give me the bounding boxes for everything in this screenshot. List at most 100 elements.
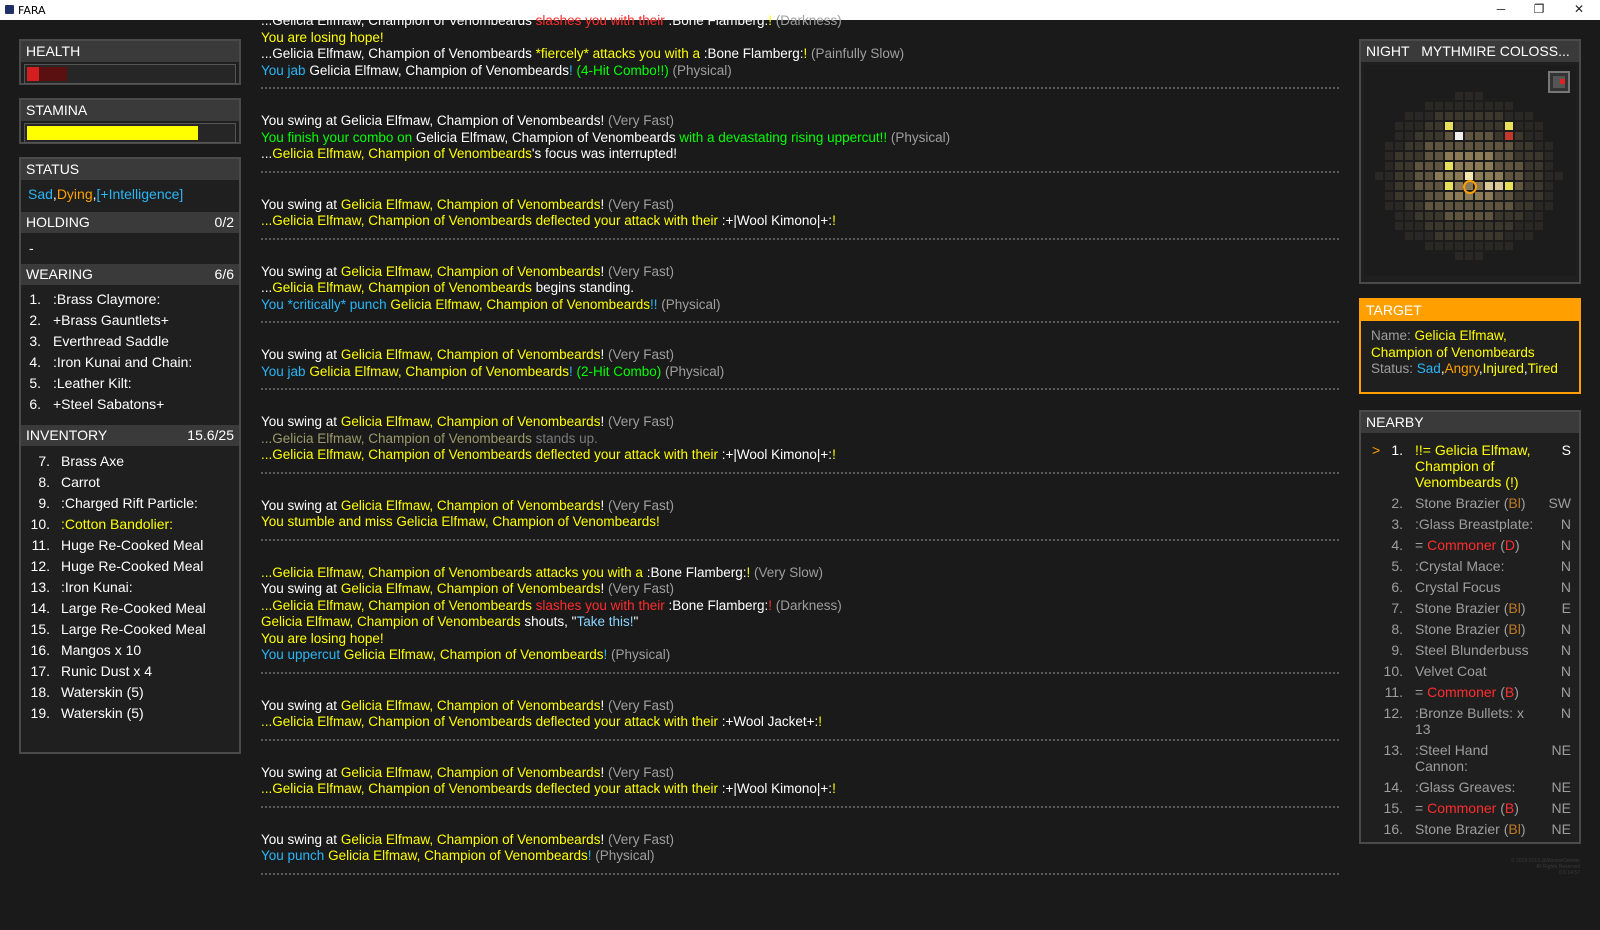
list-item[interactable]: 18. Waterskin (5) xyxy=(21,682,239,703)
name-line: Steel Blunderbuss xyxy=(1415,642,1545,658)
nearby-item[interactable]: 5.:Crystal Mace: N xyxy=(1361,558,1579,579)
map-tile xyxy=(1465,212,1473,220)
log-line: You are losing hope! xyxy=(261,631,1339,648)
log-entry-group: You swing at Gelicia Elfmaw, Champion of… xyxy=(261,263,1339,323)
name-line: Champion of xyxy=(1415,458,1545,474)
nearby-item[interactable]: 14.:Glass Greaves: NE xyxy=(1361,779,1579,800)
map-tile xyxy=(1535,142,1543,150)
log-line: You punch Gelicia Elfmaw, Champion of Ve… xyxy=(261,848,1339,865)
map-tile xyxy=(1525,232,1533,240)
nearby-item[interactable]: 9. Steel Blunderbuss N xyxy=(1361,642,1579,663)
text-run: Stone Brazier xyxy=(1415,495,1504,511)
nearby-item[interactable]: 13.:Steel Hand Cannon: NE xyxy=(1361,742,1579,779)
stamina-panel: STAMINA xyxy=(19,98,241,144)
text-run: ...Gelicia Elfmaw, Champion of Venombear… xyxy=(261,597,536,613)
item-name: Large Re-Cooked Meal xyxy=(61,600,206,616)
list-item[interactable]: 14. Large Re-Cooked Meal xyxy=(21,598,239,619)
list-item[interactable]: 16. Mangos x 10 xyxy=(21,640,239,661)
text-run: Bl xyxy=(1508,621,1521,637)
nearby-item[interactable]: >1. !!= Gelicia Elfmaw, Champion of Venombe… xyxy=(1361,442,1579,495)
text-run: ! xyxy=(600,263,608,279)
holding-value: - xyxy=(29,240,34,256)
list-item[interactable]: 4.:Iron Kunai and Chain: xyxy=(21,352,239,373)
text-run: You stumble and miss Gelicia Elfmaw, Cha… xyxy=(261,514,660,529)
text-run: (Physical) xyxy=(890,129,951,145)
map-tile xyxy=(1525,162,1533,170)
list-item[interactable]: 8. Carrot xyxy=(21,472,239,493)
text-run: You finish your combo on xyxy=(261,129,416,145)
text-run: Gelicia Elfmaw, Champion of Venombeards xyxy=(272,146,532,161)
map-tile xyxy=(1405,182,1413,190)
map-tile xyxy=(1475,142,1483,150)
text-run: ) xyxy=(1520,600,1526,616)
item-number: 16. xyxy=(1383,821,1403,837)
text-run: ! xyxy=(832,781,836,796)
minimap[interactable] xyxy=(1364,65,1576,276)
map-tile xyxy=(1475,162,1483,170)
list-item[interactable]: 11. Huge Re-Cooked Meal xyxy=(21,535,239,556)
map-tile xyxy=(1395,212,1403,220)
time-of-day: NIGHT xyxy=(1366,43,1410,59)
nearby-item[interactable]: 4. = Commoner (D) N xyxy=(1361,537,1579,558)
map-tile xyxy=(1405,122,1413,130)
list-item[interactable]: 6. +Steel Sabatons+ xyxy=(21,394,239,415)
map-tile xyxy=(1445,232,1453,240)
map-toggle-button[interactable] xyxy=(1548,71,1570,93)
map-tile xyxy=(1415,152,1423,160)
nearby-item[interactable]: 2. Stone Brazier (Bl) SW xyxy=(1361,495,1579,516)
nearby-item[interactable]: 7. Stone Brazier (Bl) E xyxy=(1361,600,1579,621)
nearby-item[interactable]: 3.:Glass Breastplate: N xyxy=(1361,516,1579,537)
restore-button[interactable]: ❐ xyxy=(1520,0,1558,20)
nearby-item[interactable]: 6. Crystal Focus N xyxy=(1361,579,1579,600)
list-item[interactable]: 9.:Charged Rift Particle: xyxy=(21,493,239,514)
text-run: You jab xyxy=(261,363,310,379)
list-item[interactable]: 10.:Cotton Bandolier: xyxy=(21,514,239,535)
nearby-item[interactable]: 16. Stone Brazier (Bl) NE xyxy=(1361,821,1579,842)
nearby-item-name: Crystal Focus xyxy=(1415,579,1545,595)
item-number: 13. xyxy=(1383,742,1403,758)
text-run: :+|Wool Kimono|+: xyxy=(721,781,833,796)
nearby-item[interactable]: 15. = Commoner (B) NE xyxy=(1361,800,1579,821)
map-tile xyxy=(1395,122,1403,130)
nearby-item[interactable]: 11. = Commoner (B) N xyxy=(1361,684,1579,705)
map-tile xyxy=(1545,182,1553,190)
minimize-button[interactable]: ─ xyxy=(1482,0,1520,20)
list-item[interactable]: 5.:Leather Kilt: xyxy=(21,373,239,394)
target-info[interactable]: Name: Gelicia Elfmaw, Champion of Venomb… xyxy=(1361,321,1579,378)
list-item[interactable]: 12. Huge Re-Cooked Meal xyxy=(21,556,239,577)
list-item[interactable]: 15. Large Re-Cooked Meal xyxy=(21,619,239,640)
list-item[interactable]: 1.:Brass Claymore: xyxy=(21,289,239,310)
text-run: ...Gelicia Elfmaw, Champion of Venombear… xyxy=(261,781,722,796)
nearby-item[interactable]: 10. Velvet Coat N xyxy=(1361,663,1579,684)
text-run: ! xyxy=(768,597,776,613)
close-button[interactable]: ✕ xyxy=(1560,0,1598,20)
map-tile xyxy=(1525,142,1533,150)
nearby-item[interactable]: 12.:Bronze Bullets: x 13 N xyxy=(1361,705,1579,742)
direction-label: N xyxy=(1560,705,1571,721)
map-tile xyxy=(1455,182,1463,190)
list-item[interactable]: 13.:Iron Kunai: xyxy=(21,577,239,598)
text-run: You swing at xyxy=(261,414,341,429)
list-item[interactable]: 3. Everthread Saddle xyxy=(21,331,239,352)
text-run: stands up. xyxy=(535,430,598,446)
map-tile xyxy=(1535,182,1543,190)
item-number: 14. xyxy=(30,600,50,616)
list-item[interactable]: 17. Runic Dust x 4 xyxy=(21,661,239,682)
list-item[interactable]: 2. +Brass Gauntlets+ xyxy=(21,310,239,331)
list-item[interactable]: 19. Waterskin (5) xyxy=(21,703,239,724)
text-run: You swing at xyxy=(261,831,341,847)
text-run: ...Gelicia Elfmaw, Champion of Venombear… xyxy=(261,430,536,446)
nearby-item-name: :Glass Greaves: xyxy=(1415,779,1545,795)
item-name: +Steel Sabatons+ xyxy=(53,396,165,412)
stamina-header: STAMINA xyxy=(21,100,239,121)
text-run: ! xyxy=(600,764,608,780)
map-tile xyxy=(1495,122,1503,130)
stamina-bar xyxy=(24,123,236,143)
map-tile xyxy=(1505,232,1513,240)
log-line: You stumble and miss Gelicia Elfmaw, Cha… xyxy=(261,514,1339,531)
nearby-item[interactable]: 8. Stone Brazier (Bl) N xyxy=(1361,621,1579,642)
log-line: ...Gelicia Elfmaw, Champion of Venombear… xyxy=(261,598,1339,615)
list-item[interactable]: 7. Brass Axe xyxy=(21,451,239,472)
item-number: 18. xyxy=(30,684,50,700)
text-run: Gelicia Elfmaw, Champion of Venombeards xyxy=(340,497,601,513)
